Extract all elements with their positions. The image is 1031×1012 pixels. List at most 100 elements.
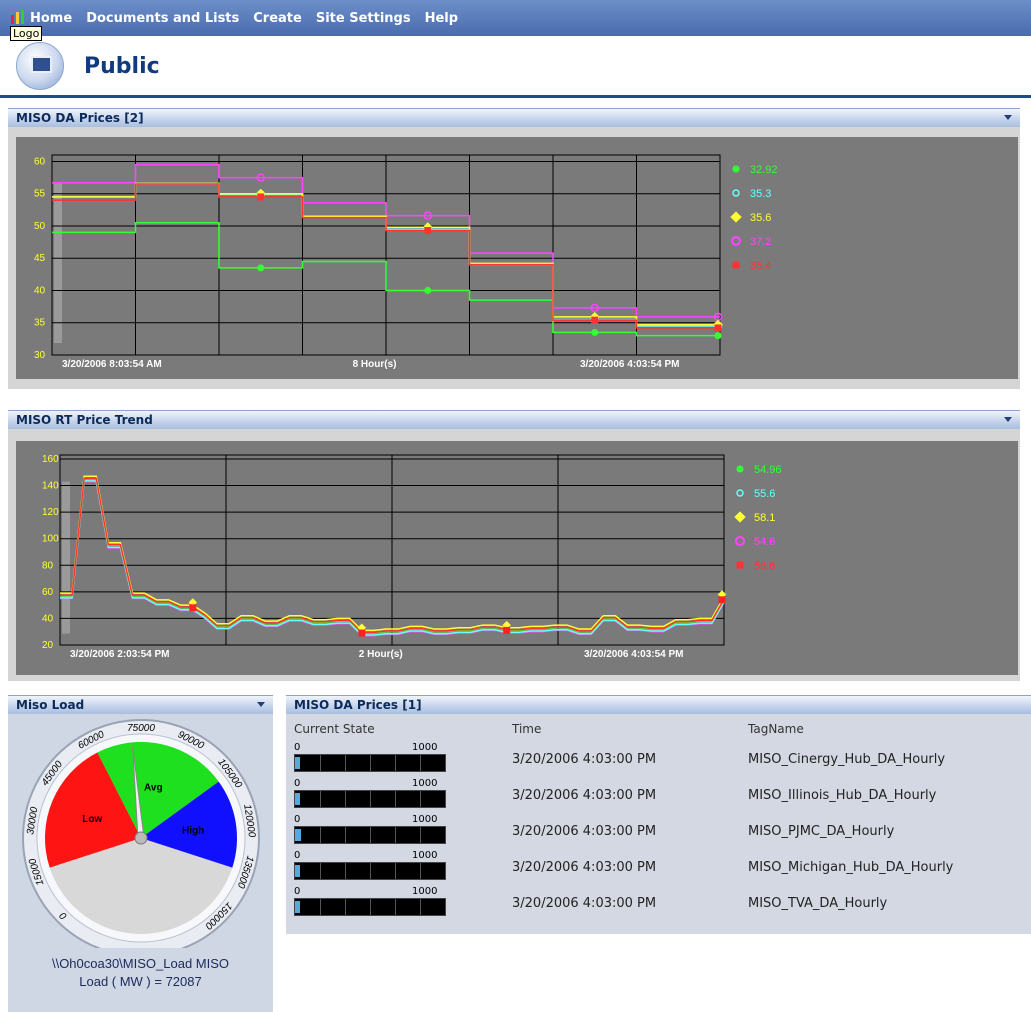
chevron-down-icon[interactable] <box>1004 417 1012 422</box>
data-point <box>358 629 366 637</box>
y-tick-label: 60 <box>42 587 54 598</box>
y-tick-label: 50 <box>34 221 46 232</box>
logo-tooltip: Logo <box>10 26 43 41</box>
state-bar-tick <box>420 899 421 915</box>
table-row[interactable]: 0 1000 3/20/2006 4:03:00 PM MISO_Michigan_H… <box>286 848 1031 884</box>
table-row[interactable]: 0 1000 3/20/2006 4:03:00 PM MISO_TVA_DA_Hou… <box>286 884 1031 920</box>
legend-marker <box>732 189 740 197</box>
table-row[interactable]: 0 1000 3/20/2006 4:03:00 PM MISO_Illinois_H… <box>286 776 1031 812</box>
miso-load-panel: Low Avg High 0 15000 30000 45000 60000 75000 9000… <box>8 714 273 1012</box>
legend-marker <box>735 536 745 546</box>
col-header-tagname[interactable]: TagName <box>748 722 804 736</box>
rt-trend-chart: 160 140 120 100 80 60 40 20 3/20/2006 2:03:54 PM… <box>42 454 782 660</box>
y-tick-label: 45 <box>34 253 46 264</box>
gauge-caption-line1: \\Oh0coa30\MISO_Load MISO <box>51 956 230 971</box>
da-prices-1-table: Current State Time TagName 0 1000 3/20/200… <box>286 714 1031 934</box>
table-row[interactable]: 0 1000 3/20/2006 4:03:00 PM MISO_PJMC_DA_Ho… <box>286 812 1031 848</box>
col-header-time[interactable]: Time <box>512 722 541 736</box>
bar-max-label: 1000 <box>412 742 438 753</box>
state-bar-tick <box>395 899 396 915</box>
gauge-hub <box>134 831 148 845</box>
state-bar-fill <box>295 829 301 841</box>
miso-load-title: Miso Load <box>16 698 85 712</box>
state-bar-tick <box>420 755 421 771</box>
legend-value: 56.6 <box>754 560 775 572</box>
da-prices-2-chart: 60 55 50 45 40 35 30 3/20/2006 8:03:54 AM 8 Hour… <box>34 154 778 370</box>
state-bar-tick <box>320 827 321 843</box>
nav-site-settings[interactable]: Site Settings <box>316 11 411 26</box>
bar-min-label: 0 <box>294 850 301 861</box>
state-bar-tick <box>420 827 421 843</box>
site-header: Public <box>0 36 1031 98</box>
header-divider <box>0 95 1031 98</box>
data-point <box>424 226 432 234</box>
rt-trend-titlebar: MISO RT Price Trend <box>8 410 1020 429</box>
state-bar-tick <box>420 863 421 879</box>
state-bar-tick <box>320 863 321 879</box>
da-prices-2-title: MISO DA Prices [2] <box>16 111 144 125</box>
state-bar <box>294 754 446 772</box>
nav-create[interactable]: Create <box>253 11 302 26</box>
legend-value: 58.1 <box>754 512 775 524</box>
state-bar-tick <box>320 791 321 807</box>
da-prices-2-titlebar: MISO DA Prices [2] <box>8 108 1020 127</box>
legend-value: 32.92 <box>750 164 778 176</box>
y-tick-label: 80 <box>42 560 54 571</box>
state-bar-fill <box>295 793 300 805</box>
chevron-down-icon[interactable] <box>1004 115 1012 120</box>
load-gauge: LowAvgHigh015000300004500060000750009000… <box>22 719 260 948</box>
x-time-label: 3/20/2006 4:03:54 PM <box>580 359 680 370</box>
legend-value: 35.3 <box>750 188 771 200</box>
scroll-marker <box>62 481 70 634</box>
state-bar-tick <box>370 827 371 843</box>
logo-icon[interactable] <box>10 9 26 25</box>
state-bar <box>294 826 446 844</box>
gauge-zone-label: High <box>182 826 204 837</box>
da-prices-1-titlebar: MISO DA Prices [1] <box>286 695 1031 714</box>
x-time-label: 3/20/2006 2:03:54 PM <box>70 649 170 660</box>
bar-max-label: 1000 <box>412 850 438 861</box>
col-header-current-state[interactable]: Current State <box>294 722 375 736</box>
rt-trend-title: MISO RT Price Trend <box>16 413 153 427</box>
data-point <box>189 604 197 612</box>
row-time: 3/20/2006 4:03:00 PM <box>512 824 657 839</box>
state-bar-tick <box>320 899 321 915</box>
state-bar <box>294 862 446 880</box>
data-point <box>714 324 722 332</box>
data-point <box>591 316 599 324</box>
legend-value: 35.6 <box>750 212 771 224</box>
legend-marker <box>732 165 740 173</box>
legend-marker <box>736 489 744 497</box>
row-tagname: MISO_Cinergy_Hub_DA_Hourly <box>748 752 946 767</box>
bar-min-label: 0 <box>294 814 301 825</box>
state-bar <box>294 898 446 916</box>
row-time: 3/20/2006 4:03:00 PM <box>512 752 657 767</box>
gauge-caption-line2: Load ( MW ) = 72087 <box>79 974 202 989</box>
nav-documents-and-lists[interactable]: Documents and Lists <box>86 11 239 26</box>
y-tick-label: 55 <box>34 189 46 200</box>
row-time: 3/20/2006 4:03:00 PM <box>512 896 657 911</box>
state-bar-tick <box>345 899 346 915</box>
data-point <box>591 328 599 336</box>
site-logo-icon[interactable] <box>16 42 64 90</box>
state-bar-tick <box>345 863 346 879</box>
chevron-down-icon[interactable] <box>257 702 265 707</box>
bar-min-label: 0 <box>294 742 301 753</box>
data-point <box>257 193 265 201</box>
state-bar-tick <box>370 899 371 915</box>
legend-marker <box>734 511 746 523</box>
y-tick-label: 20 <box>42 640 54 651</box>
x-time-label: 3/20/2006 8:03:54 AM <box>62 359 162 370</box>
legend-marker <box>736 465 744 473</box>
y-tick-label: 120 <box>42 507 59 518</box>
y-tick-label: 160 <box>42 454 59 465</box>
data-point <box>424 286 432 294</box>
nav-home[interactable]: Home <box>30 11 72 26</box>
gauge-zone-label: Low <box>82 814 102 825</box>
row-tagname: MISO_Illinois_Hub_DA_Hourly <box>748 788 937 803</box>
row-tagname: MISO_PJMC_DA_Hourly <box>748 824 895 839</box>
table-row[interactable]: 0 1000 3/20/2006 4:03:00 PM MISO_Cinergy_Hu… <box>286 740 1031 776</box>
nav-help[interactable]: Help <box>425 11 458 26</box>
row-time: 3/20/2006 4:03:00 PM <box>512 788 657 803</box>
y-tick-label: 100 <box>42 534 59 545</box>
